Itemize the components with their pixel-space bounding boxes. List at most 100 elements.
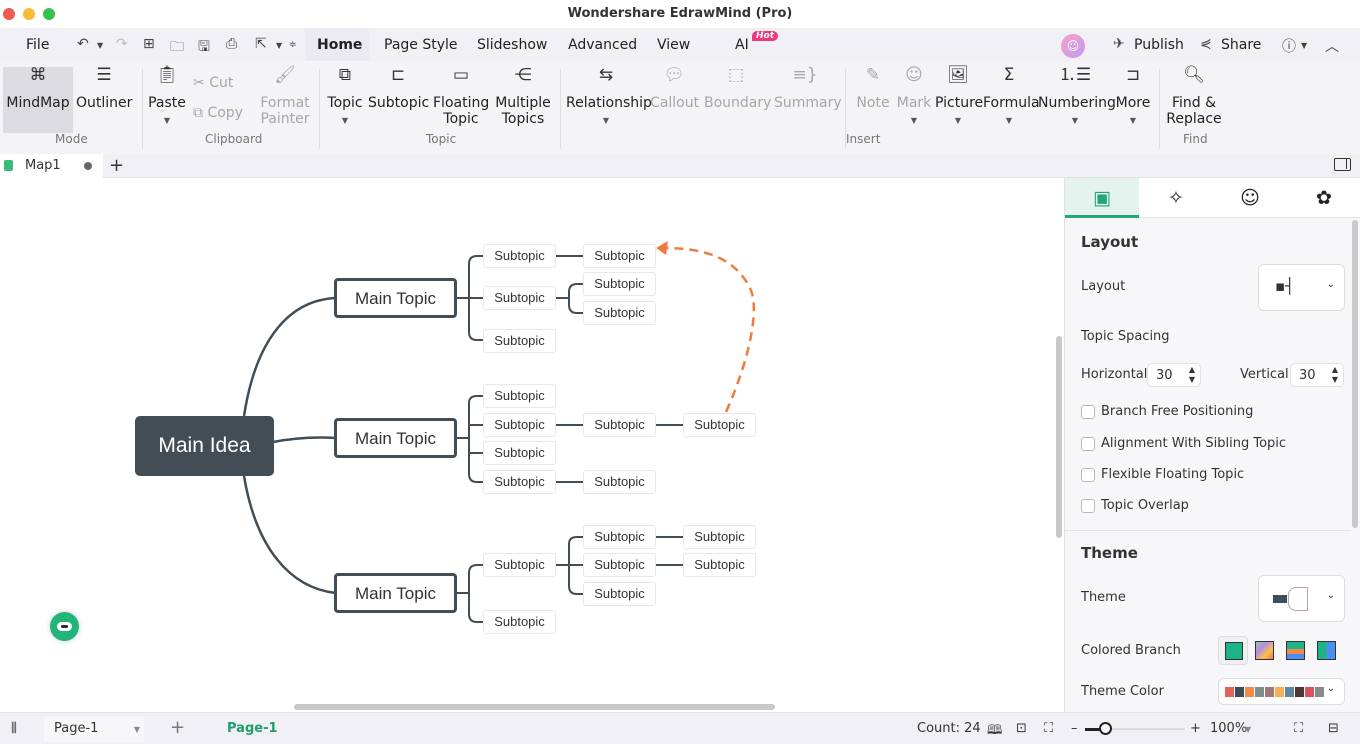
- fit-width-icon[interactable]: ⊟: [1328, 721, 1339, 736]
- subtopic[interactable]: Subtopic: [683, 413, 756, 437]
- tab-ai[interactable]: AI: [735, 37, 749, 53]
- subtopic[interactable]: Subtopic: [483, 244, 556, 268]
- print-icon[interactable]: ⎙: [226, 36, 237, 52]
- vertical-spacing-input[interactable]: 30 ▲ ▼: [1290, 363, 1344, 387]
- help-icon[interactable]: ⓘ: [1282, 36, 1296, 56]
- zoom-in-button[interactable]: +: [1190, 721, 1201, 736]
- numbering-button[interactable]: ⒈☰ Numbering ▼: [1038, 67, 1116, 129]
- zoom-slider[interactable]: [1085, 722, 1185, 735]
- page-panel-toggle-icon[interactable]: ⫼: [11, 721, 17, 736]
- subtopic-button[interactable]: ⊏ Subtopic: [368, 67, 429, 112]
- publish-icon[interactable]: ✈: [1113, 36, 1125, 52]
- tab-view[interactable]: View: [657, 37, 690, 53]
- subtopic[interactable]: Subtopic: [483, 384, 556, 408]
- subtopic[interactable]: Subtopic: [583, 301, 656, 325]
- zoom-out-button[interactable]: –: [1071, 721, 1078, 736]
- panel-scrollbar[interactable]: [1352, 220, 1358, 528]
- copy-button[interactable]: ⧉ Copy: [193, 105, 243, 121]
- subtopic[interactable]: Subtopic: [583, 272, 656, 296]
- tab-layout[interactable]: ▣: [1065, 178, 1139, 218]
- more-button[interactable]: ⊐ More ▼: [1114, 67, 1152, 129]
- publish-button[interactable]: Publish: [1134, 37, 1184, 53]
- subtopic[interactable]: Subtopic: [483, 553, 556, 577]
- undo-dropdown-icon[interactable]: ▼: [97, 41, 103, 50]
- boundary-button[interactable]: ⬚ Boundary: [704, 67, 771, 112]
- mindmap-canvas[interactable]: Main Idea Main Topic Main Topic Main Top…: [0, 178, 1064, 712]
- callout-button[interactable]: 💬︎ Callout: [650, 67, 699, 112]
- tab-settings[interactable]: ✿: [1287, 178, 1360, 218]
- subtopic[interactable]: Subtopic: [583, 470, 656, 494]
- toggle-panel-icon[interactable]: [1334, 158, 1351, 171]
- help-dropdown-icon[interactable]: ▼: [1301, 41, 1307, 50]
- subtopic[interactable]: Subtopic: [483, 441, 556, 465]
- subtopic[interactable]: Subtopic: [483, 286, 556, 310]
- relationship-button[interactable]: ⇆ Relationship ▼: [566, 67, 652, 129]
- subtopic[interactable]: Subtopic: [683, 553, 756, 577]
- new-file-icon[interactable]: ⊞: [143, 36, 155, 52]
- add-document-tab-button[interactable]: +: [109, 155, 124, 176]
- format-painter-button[interactable]: 🖌︎ Format Painter: [258, 67, 312, 128]
- main-topic[interactable]: Main Topic: [334, 418, 457, 458]
- tab-ai-style[interactable]: ✧: [1139, 178, 1213, 218]
- subtopic[interactable]: Subtopic: [483, 470, 556, 494]
- stepper-arrows-icon[interactable]: ▲ ▼: [1332, 365, 1338, 385]
- page-tab-page-1[interactable]: Page-1: [227, 721, 278, 736]
- subtopic[interactable]: Subtopic: [583, 582, 656, 606]
- stepper-arrows-icon[interactable]: ▲ ▼: [1189, 365, 1195, 385]
- zoom-slider-handle[interactable]: [1099, 722, 1112, 735]
- branch-free-positioning-checkbox[interactable]: [1081, 405, 1095, 419]
- picture-button[interactable]: 🖼︎ Picture ▼: [935, 67, 983, 129]
- mark-button[interactable]: ☺ Mark ▼: [896, 67, 932, 129]
- theme-color-select[interactable]: ⌄: [1218, 678, 1345, 705]
- fullscreen-icon[interactable]: ⛶: [1294, 721, 1303, 736]
- file-menu[interactable]: File: [26, 37, 49, 53]
- vertical-scrollbar[interactable]: [1056, 336, 1062, 538]
- tab-advanced[interactable]: Advanced: [568, 37, 637, 53]
- topic-overlap-checkbox[interactable]: [1081, 499, 1095, 513]
- share-button[interactable]: Share: [1221, 37, 1261, 53]
- fit-screen-icon[interactable]: ⛶: [1044, 721, 1053, 736]
- document-tab-map1[interactable]: Map1: [0, 154, 103, 178]
- undo-icon[interactable]: ↶: [77, 36, 89, 52]
- alignment-sibling-checkbox[interactable]: [1081, 437, 1095, 451]
- export-dropdown-icon[interactable]: ▼: [276, 41, 282, 50]
- horizontal-scrollbar[interactable]: [294, 704, 775, 710]
- export-icon[interactable]: ⇱: [255, 36, 267, 52]
- colored-branch-option[interactable]: [1286, 641, 1305, 660]
- tab-mark[interactable]: ☺: [1213, 178, 1287, 218]
- layout-select[interactable]: ▪┤ ⌄: [1258, 264, 1345, 311]
- root-topic[interactable]: Main Idea: [135, 416, 274, 476]
- theme-select[interactable]: ⌄: [1258, 575, 1345, 622]
- zoom-level[interactable]: 100%: [1210, 721, 1247, 736]
- subtopic[interactable]: Subtopic: [583, 525, 656, 549]
- mindmap-button[interactable]: ⌘ MindMap: [5, 67, 71, 112]
- tab-page-style[interactable]: Page Style: [384, 37, 458, 53]
- unsaved-dot-icon[interactable]: [84, 162, 92, 170]
- user-avatar[interactable]: ☺: [1061, 34, 1085, 58]
- book-view-icon[interactable]: 🕮︎: [987, 721, 1002, 743]
- main-topic[interactable]: Main Topic: [334, 278, 457, 318]
- save-icon[interactable]: 🖫: [198, 36, 210, 60]
- horizontal-spacing-input[interactable]: 30 ▲ ▼: [1147, 363, 1201, 387]
- colored-branch-option[interactable]: [1255, 641, 1274, 660]
- floating-topic-button[interactable]: ▭ Floating Topic: [433, 67, 489, 128]
- subtopic[interactable]: Subtopic: [583, 244, 656, 268]
- open-folder-icon[interactable]: 🗀: [170, 36, 184, 60]
- flexible-floating-checkbox[interactable]: [1081, 468, 1095, 482]
- cut-button[interactable]: ✂ Cut: [193, 75, 233, 91]
- colored-branch-option[interactable]: [1317, 641, 1336, 660]
- find-replace-button[interactable]: 🔍︎ Find & Replace: [1166, 67, 1222, 128]
- page-select[interactable]: Page-1 ▼: [44, 716, 144, 742]
- collapse-ribbon-icon[interactable]: ︿: [1325, 36, 1339, 56]
- tab-home[interactable]: Home: [317, 37, 362, 53]
- formula-button[interactable]: Σ Formula ▼: [983, 67, 1040, 129]
- share-icon[interactable]: ⋞: [1200, 36, 1212, 52]
- note-button[interactable]: ✎ Note: [854, 67, 892, 112]
- subtopic[interactable]: Subtopic: [683, 525, 756, 549]
- zoom-dropdown-icon[interactable]: ▼: [1245, 725, 1251, 734]
- fit-page-icon[interactable]: ⊡: [1016, 721, 1027, 736]
- add-page-button[interactable]: +: [170, 717, 185, 738]
- redo-icon[interactable]: ↷: [116, 36, 128, 52]
- subtopic[interactable]: Subtopic: [583, 553, 656, 577]
- customize-toolbar-icon[interactable]: ≑: [289, 40, 297, 50]
